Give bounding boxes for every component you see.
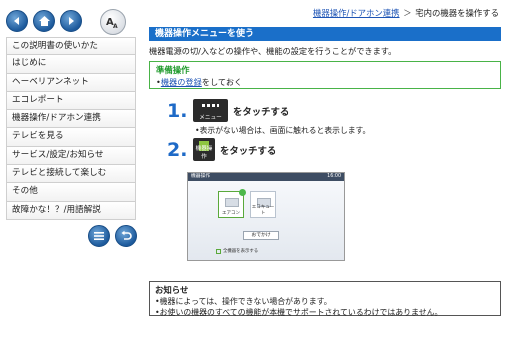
screenshot-header: 機器操作 16:00 — [188, 173, 344, 181]
nav-toolbar: AA — [6, 6, 136, 36]
sidebar-nav: この説明書の使いかた はじめに ヘーベリアンネット エコレポート 機器操作/ドア… — [6, 37, 136, 220]
ecocute-tile: エコキュート — [250, 191, 276, 218]
sidebar-bottom-toolbar — [88, 225, 138, 247]
list-icon[interactable] — [88, 225, 110, 247]
font-size-icon[interactable]: AA — [100, 9, 126, 35]
sidebar-item-introduction[interactable]: はじめに — [6, 55, 136, 74]
return-icon[interactable] — [115, 225, 137, 247]
show-all-checkbox: 全機器を表示する — [216, 248, 258, 254]
aircon-icon — [225, 198, 239, 207]
step-2-label: をタッチする — [220, 145, 277, 157]
notice-title: お知らせ — [155, 285, 189, 295]
device-operation-icon-caption: 機器操作 — [195, 146, 213, 160]
home-icon[interactable] — [33, 10, 55, 32]
checkbox-icon — [216, 248, 221, 254]
sidebar-item-troubleshooting[interactable]: 故障かな！？/用語解説 — [6, 201, 136, 220]
screenshot-title: 機器操作 — [191, 174, 211, 179]
sidebar-item-eco-report[interactable]: エコレポート — [6, 91, 136, 111]
sidebar-item-watch-tv[interactable]: テレビを見る — [6, 128, 136, 147]
step-2-number: 2. — [167, 138, 188, 161]
sidebar-item-tv-connection[interactable]: テレビと接続して楽しむ — [6, 165, 136, 184]
sidebar-item-other[interactable]: その他 — [6, 183, 136, 202]
screenshot-body: エアコン エコキュート おでかけ 全機器を表示する — [188, 181, 344, 260]
selected-badge-icon — [239, 189, 246, 196]
notice-box: お知らせ •機器によっては、操作できない場合があります。 •お使いの機器のすべて… — [149, 281, 501, 317]
menu-icon-caption: メニュー — [199, 115, 222, 121]
screenshot-time: 16:00 — [327, 174, 341, 179]
step-1-label: をタッチする — [233, 106, 290, 118]
step-1-number: 1. — [167, 99, 188, 122]
menu-icon: メニュー — [193, 99, 228, 122]
sidebar-item-services-settings[interactable]: サービス/設定/お知らせ — [6, 146, 136, 166]
sidebar-item-hebelian-net[interactable]: ヘーベリアンネット — [6, 73, 136, 92]
back-arrow-icon[interactable] — [6, 10, 28, 32]
sidebar-item-device-operation[interactable]: 機器操作/ドアホン連携 — [6, 110, 136, 129]
step-1-note-text: 表示がない場合は、画面に触れると表示します。 — [199, 126, 371, 135]
forward-arrow-icon[interactable] — [60, 10, 82, 32]
device-operation-icon: 機器操作 — [193, 138, 215, 161]
notice-item: •機器によっては、操作できない場合があります。 — [155, 297, 332, 306]
notice-item-text: 機器によっては、操作できない場合があります。 — [159, 297, 332, 306]
outing-button: おでかけ — [243, 231, 279, 240]
ecocute-tile-label: エコキュート — [251, 205, 275, 216]
step-2: 2. 機器操作 をタッチする — [167, 138, 276, 161]
notice-item-text: お使いの機器のすべての機能が本機でサポートされているわけではありません。 — [159, 308, 443, 317]
aircon-tile-label: エアコン — [222, 211, 240, 216]
device-menu-screenshot: 機器操作 16:00 エアコン エコキュート おでかけ 全機器を表示する — [187, 172, 345, 261]
step-1: 1. メニュー をタッチする — [167, 99, 289, 122]
show-all-label: 全機器を表示する — [223, 249, 259, 254]
step-1-note: •表示がない場合は、画面に触れると表示します。 — [195, 126, 371, 135]
svg-text:A: A — [113, 23, 118, 30]
notice-item: •お使いの機器のすべての機能が本機でサポートされているわけではありません。 — [155, 308, 443, 317]
sidebar-item-how-to-use[interactable]: この説明書の使いかた — [6, 37, 136, 56]
aircon-tile: エアコン — [218, 189, 246, 218]
